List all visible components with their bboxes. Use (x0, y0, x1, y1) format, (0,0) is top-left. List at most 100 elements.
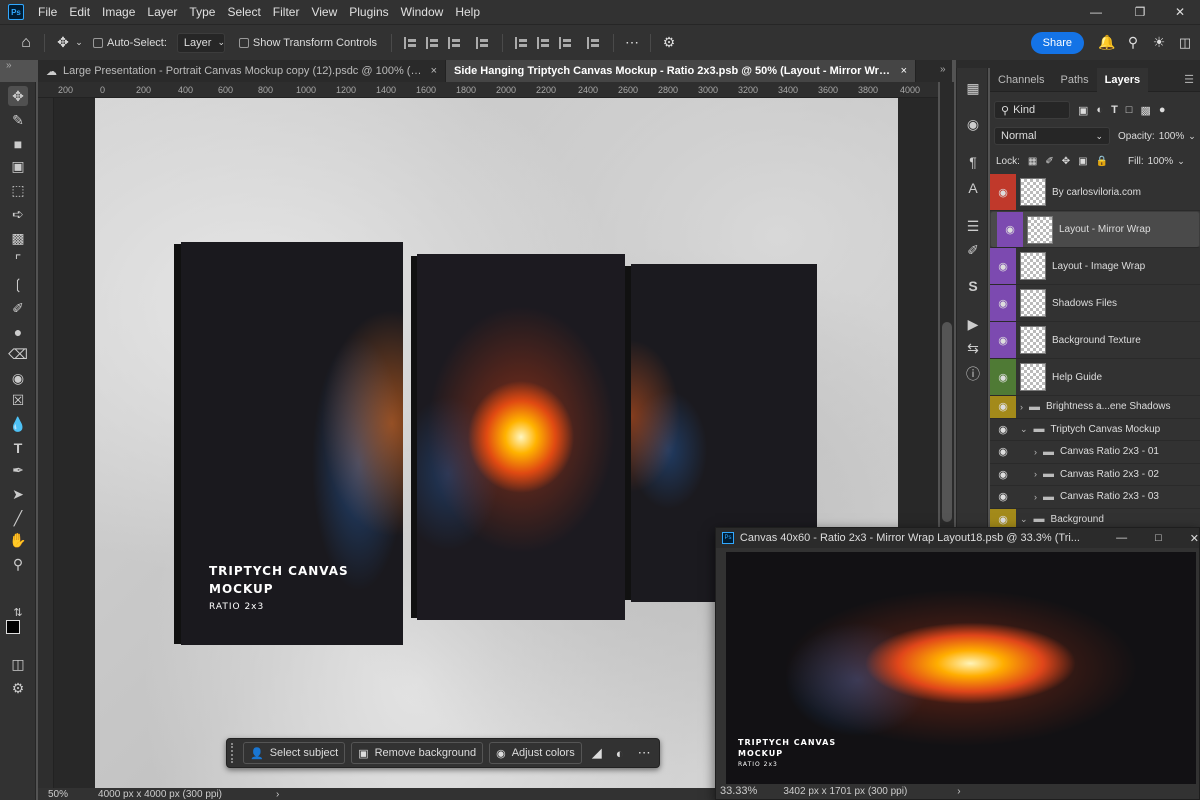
stamp-tool-icon[interactable]: ■ (8, 134, 28, 154)
home-icon[interactable]: ⌂ (16, 34, 36, 52)
distribute-vertical-icon[interactable] (587, 36, 601, 49)
opacity-value[interactable]: 100% (1159, 131, 1185, 142)
lightbulb-icon[interactable]: ☀ (1146, 34, 1172, 51)
paragraph-icon[interactable]: ¶ (963, 152, 983, 172)
chevron-down-icon[interactable]: ⌄ (73, 37, 85, 48)
visibility-eye-icon[interactable]: ◉ (990, 486, 1016, 508)
close-tab-icon[interactable]: × (901, 65, 907, 77)
filter-adjustment-icon[interactable]: ◐ (1096, 104, 1103, 116)
layer-row[interactable]: ◉ Help Guide (990, 359, 1200, 396)
visibility-eye-icon[interactable]: ◉ (997, 212, 1023, 247)
visibility-eye-icon[interactable]: ◉ (990, 174, 1016, 210)
lock-artboard-icon[interactable]: ▣ (1078, 156, 1087, 167)
align-left-icon[interactable] (404, 36, 418, 49)
floating-document-image[interactable]: TRIPTYCH CANVAS MOCKUP RATIO 2x3 (726, 552, 1196, 784)
fill-value[interactable]: 100% (1148, 156, 1174, 167)
menu-select[interactable]: Select (221, 5, 266, 19)
visibility-eye-icon[interactable]: ◉ (990, 419, 1016, 441)
menu-help[interactable]: Help (449, 5, 486, 19)
chevron-right-icon[interactable]: › (1034, 447, 1037, 457)
align-right-icon[interactable] (448, 36, 462, 49)
styles-icon[interactable]: S (963, 276, 983, 296)
auto-select-toggle[interactable]: Auto-Select: (93, 37, 167, 49)
close-tab-icon[interactable]: × (431, 65, 437, 77)
lock-pixels-icon[interactable]: ✐ (1045, 156, 1053, 167)
chevron-right-icon[interactable]: › (1020, 402, 1023, 412)
quick-mask-icon[interactable]: ◫ (8, 654, 28, 674)
more-options-icon[interactable]: ⋯ (622, 34, 642, 51)
chevron-right-icon[interactable]: › (1034, 469, 1037, 479)
eyedropper-icon[interactable]: ❲ (8, 274, 28, 294)
blend-mode-dropdown[interactable]: Normal ⌄ (994, 127, 1110, 145)
restore-icon[interactable]: ❐ (1118, 0, 1162, 24)
auto-select-dropdown[interactable]: Layer ⌄ (176, 32, 225, 53)
close-icon[interactable]: ✕ (1158, 0, 1200, 24)
move-tool-icon[interactable]: ✥ (8, 86, 28, 106)
menu-window[interactable]: Window (395, 5, 450, 19)
tab-paths[interactable]: Paths (1052, 68, 1096, 92)
swap-colors-icon[interactable]: ⇅ (8, 602, 28, 622)
close-icon[interactable]: ✕ (1190, 532, 1199, 545)
align-top-icon[interactable] (515, 36, 529, 49)
visibility-eye-icon[interactable]: ◉ (990, 359, 1016, 395)
tab-side-hanging-triptych[interactable]: Side Hanging Triptych Canvas Mockup - Ra… (446, 60, 916, 82)
contrast-icon[interactable]: ◐ (616, 746, 624, 761)
paint-bucket-icon[interactable]: ◉ (8, 368, 28, 388)
brush-tool-icon[interactable]: ✐ (8, 298, 28, 318)
object-select-icon[interactable]: ▩ (8, 228, 28, 248)
remove-background-button[interactable]: ▣ Remove background (351, 742, 484, 764)
actions-icon[interactable]: ▶ (963, 314, 983, 334)
chevron-down-icon[interactable]: ⌄ (1020, 514, 1028, 525)
layer-row[interactable]: ◉ › ▬ Canvas Ratio 2x3 - 02 (990, 464, 1200, 486)
align-center-icon[interactable] (426, 36, 440, 49)
foreground-color-swatch[interactable] (6, 620, 20, 634)
auto-select-checkbox[interactable] (93, 37, 103, 48)
collapse-toolbar-icon[interactable]: » (6, 60, 12, 71)
crop-tool-icon[interactable]: ⌜ (8, 250, 28, 270)
healing-brush-icon[interactable]: ✎ (8, 110, 28, 130)
align-bottom-icon[interactable] (559, 36, 573, 49)
layer-row[interactable]: ◉ Layout - Image Wrap (990, 248, 1200, 285)
info-icon[interactable]: ⓘ (963, 364, 983, 384)
visibility-eye-icon[interactable]: ◉ (990, 464, 1016, 486)
smudge-tool-icon[interactable]: ● (8, 322, 28, 342)
filter-smart-icon[interactable]: ▩ (1140, 104, 1150, 117)
filter-pixel-icon[interactable]: ▣ (1078, 104, 1088, 117)
tab-channels[interactable]: Channels (990, 68, 1052, 92)
pen-tool-icon[interactable]: ✒ (8, 460, 28, 480)
align-middle-icon[interactable] (537, 36, 551, 49)
minimize-icon[interactable]: — (1116, 532, 1127, 544)
distribute-icon[interactable] (476, 36, 490, 49)
chevron-right-icon[interactable]: › (957, 786, 960, 797)
drag-handle[interactable] (231, 743, 235, 763)
menu-layer[interactable]: Layer (141, 5, 183, 19)
chevron-down-icon[interactable]: ⌄ (1177, 156, 1185, 167)
floating-document-window[interactable]: Ps Canvas 40x60 - Ratio 2x3 - Mirror Wra… (715, 527, 1200, 800)
tab-large-presentation[interactable]: ☁ Large Presentation - Portrait Canvas M… (38, 60, 446, 82)
brushes-icon[interactable]: ✐ (963, 240, 983, 260)
history-icon[interactable]: ⇆ (963, 338, 983, 358)
restore-icon[interactable]: □ (1155, 532, 1162, 544)
visibility-eye-icon[interactable]: ◉ (990, 248, 1016, 284)
screen-mode-icon[interactable]: ⚙ (8, 678, 28, 698)
chevron-right-icon[interactable]: › (276, 789, 279, 800)
adjust-colors-button[interactable]: ◉ Adjust colors (489, 742, 582, 764)
menu-plugins[interactable]: Plugins (343, 5, 394, 19)
marquee-tool-icon[interactable]: ⬚ (8, 180, 28, 200)
move-tool-icon[interactable]: ✥ (53, 34, 73, 51)
chevron-right-icon[interactable]: › (1034, 492, 1037, 502)
path-select-icon[interactable]: ➤ (8, 484, 28, 504)
menu-file[interactable]: File (32, 5, 63, 19)
tab-layers[interactable]: Layers (1096, 67, 1149, 92)
minimize-icon[interactable]: — (1074, 0, 1118, 24)
floating-window-titlebar[interactable]: Ps Canvas 40x60 - Ratio 2x3 - Mirror Wra… (716, 528, 1199, 548)
floating-zoom-level[interactable]: 33.33% (720, 785, 757, 797)
layer-row[interactable]: ◉ Layout - Mirror Wrap (990, 211, 1200, 248)
blur-tool-icon[interactable]: 💧 (8, 414, 28, 434)
visibility-eye-icon[interactable]: ◉ (990, 285, 1016, 321)
adjustments-icon[interactable]: ☰ (963, 216, 983, 236)
filter-shape-icon[interactable]: □ (1126, 104, 1133, 116)
layer-row[interactable]: ◉ Shadows Files (990, 285, 1200, 322)
notifications-icon[interactable]: 🔔 (1094, 34, 1120, 51)
layer-row[interactable]: ◉ Background Texture (990, 322, 1200, 359)
